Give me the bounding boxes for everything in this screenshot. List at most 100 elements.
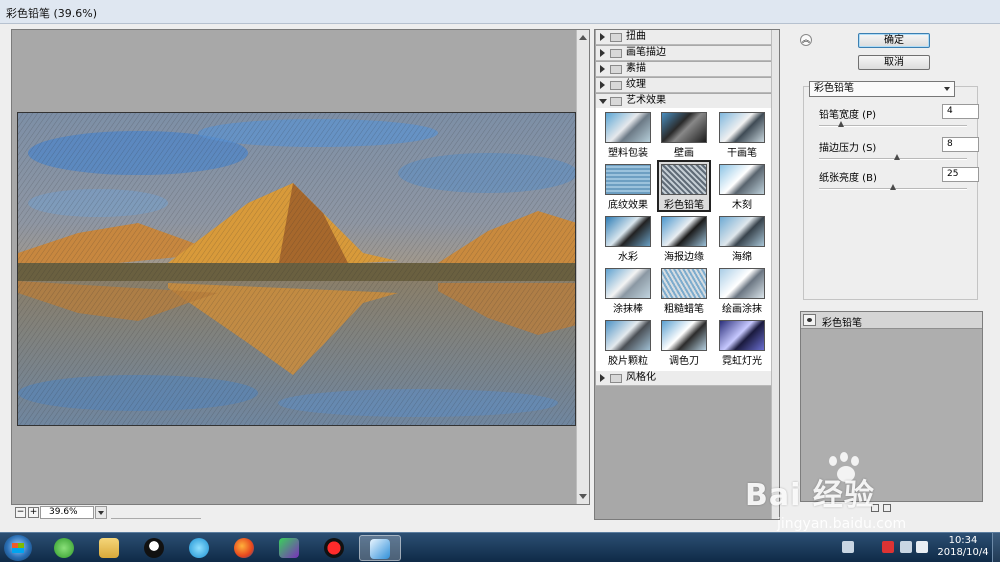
filter-thumb-plastic-wrap[interactable]: 塑料包装 [603,110,653,159]
keyboard-icon[interactable] [842,541,854,553]
filter-preview-image [661,112,707,143]
filter-thumb-cutout[interactable]: 木刻 [717,162,767,211]
slider-knob[interactable] [894,154,901,160]
network-icon[interactable] [916,541,928,553]
filter-preview-image [605,216,651,247]
filter-thumb-fresco[interactable]: 壁画 [659,110,709,159]
taskbar-app-media[interactable] [269,535,311,561]
effect-layer-row[interactable]: 彩色铅笔 [801,312,982,329]
slider-track[interactable] [819,158,967,160]
preview-image[interactable] [17,112,576,426]
category-sketch[interactable]: 素描 [596,62,772,77]
taskbar-app-firefox[interactable] [224,535,266,561]
filter-thumb-smudge-stick[interactable]: 涂抹棒 [603,266,653,315]
cancel-button[interactable]: 取消 [858,55,930,70]
folder-icon [610,33,622,42]
expand-triangle-icon [600,49,605,57]
filter-label: 底纹效果 [608,200,648,211]
paper-brightness-field[interactable]: 25 [942,167,979,182]
zoom-out-button[interactable]: − [15,507,26,518]
taskbar-app-record[interactable] [314,535,356,561]
zoom-divider [111,506,201,519]
volume-icon[interactable] [900,541,912,553]
pencil-width-field[interactable]: 4 [942,104,979,119]
filter-thumb-colored-pencil[interactable]: 彩色铅笔 [657,160,711,212]
category-label: 风格化 [626,372,656,383]
filter-label: 粗糙蜡笔 [664,304,704,315]
param-stroke-pressure: 描边压力 (S) 8 [819,137,979,167]
filter-label: 壁画 [674,148,694,159]
filter-label: 海绵 [732,252,752,263]
filter-thumb-palette-knife[interactable]: 调色刀 [659,318,709,367]
folder-icon [99,538,119,558]
gallery-scrollbar[interactable] [771,30,779,519]
filter-thumb-underpainting[interactable]: 底纹效果 [603,162,653,211]
stroke-pressure-field[interactable]: 8 [942,137,979,152]
taskbar-app-qq[interactable] [134,535,176,561]
security-icon[interactable] [882,541,894,553]
folder-open-icon [610,97,622,106]
filter-select-dropdown[interactable]: 彩色铅笔 [809,81,955,97]
filter-preview-image [605,320,651,351]
zoom-in-button[interactable]: + [28,507,39,518]
preview-scrollbar[interactable] [576,30,589,504]
filter-label: 胶片颗粒 [608,356,648,367]
scroll-up-icon[interactable] [579,35,587,40]
filter-gallery-list[interactable]: 扭曲 画笔描边 素描 纹理 艺术效果 塑料包装 壁画 干画笔 底纹效果 彩色铅笔… [594,29,780,520]
slider-knob[interactable] [890,184,896,190]
filter-thumb-rough-pastels[interactable]: 粗糙蜡笔 [659,266,709,315]
window-title: 彩色铅笔 (39.6%) [6,7,98,20]
filter-preview-image [719,216,765,247]
expand-triangle-icon [600,33,605,41]
system-tray [838,537,928,559]
param-label: 铅笔宽度 (P) [819,110,877,121]
effect-layer-name: 彩色铅笔 [822,318,862,329]
filter-thumb-neon-glow[interactable]: 霓虹灯光 [717,318,767,367]
filter-thumb-watercolor[interactable]: 水彩 [603,214,653,263]
zoom-dropdown-button[interactable] [95,506,107,519]
taskbar-app-video[interactable] [179,535,221,561]
expand-triangle-icon [600,81,605,89]
filter-gallery-dialog: 彩色铅笔 (39.6%) − + 39.6% 扭曲 画笔描边 素描 纹理 艺术效… [0,0,1000,532]
filter-thumb-dry-brush[interactable]: 干画笔 [717,110,767,159]
category-texture[interactable]: 纹理 [596,78,772,93]
filter-thumb-paint-daubs[interactable]: 绘画涂抹 [717,266,767,315]
qq-penguin-icon [144,538,164,558]
taskbar-app-explorer[interactable] [89,535,131,561]
filter-thumbnails: 塑料包装 壁画 干画笔 底纹效果 彩色铅笔 木刻 水彩 海报边缘 海绵 涂抹棒 … [596,108,772,373]
category-stylize[interactable]: 风格化 [596,371,772,386]
taskbar-app-photoshop[interactable] [359,535,401,561]
show-desktop-button[interactable] [992,533,1000,562]
folder-icon [610,49,622,58]
filter-thumb-sponge[interactable]: 海绵 [717,214,767,263]
zoom-value-field[interactable]: 39.6% [40,506,94,519]
slider-knob[interactable] [838,121,845,127]
taskbar-clock[interactable]: 10:34 2018/10/4 [934,535,992,561]
filter-preview-image [719,268,765,299]
filter-label: 水彩 [618,252,638,263]
category-label: 艺术效果 [626,95,666,106]
filter-thumb-poster-edges[interactable]: 海报边缘 [659,214,709,263]
expand-triangle-icon [600,65,605,73]
category-artistic[interactable]: 艺术效果 [596,94,772,109]
ok-button[interactable]: 确定 [858,33,930,48]
category-distort[interactable]: 扭曲 [596,30,772,45]
filter-label: 海报边缘 [664,252,704,263]
filter-preview-image [719,164,765,195]
filter-preview-image [661,268,707,299]
zoom-bar: − + 39.6% [11,506,590,520]
title-bar[interactable]: 彩色铅笔 (39.6%) [0,0,1000,24]
scroll-down-icon[interactable] [579,494,587,499]
category-label: 素描 [626,63,646,74]
filter-preview-image [605,268,651,299]
start-orb-icon[interactable] [4,535,32,561]
eye-icon[interactable] [803,314,816,326]
preview-area[interactable] [11,29,590,505]
category-brush-strokes[interactable]: 画笔描边 [596,46,772,61]
double-chevron-up-icon[interactable]: ︽ [800,34,812,46]
filter-thumb-film-grain[interactable]: 胶片颗粒 [603,318,653,367]
collapse-triangle-icon [599,99,607,104]
landscape-preview [18,113,575,425]
param-paper-brightness: 纸张亮度 (B) 25 [819,167,979,197]
taskbar-app-green[interactable] [44,535,86,561]
